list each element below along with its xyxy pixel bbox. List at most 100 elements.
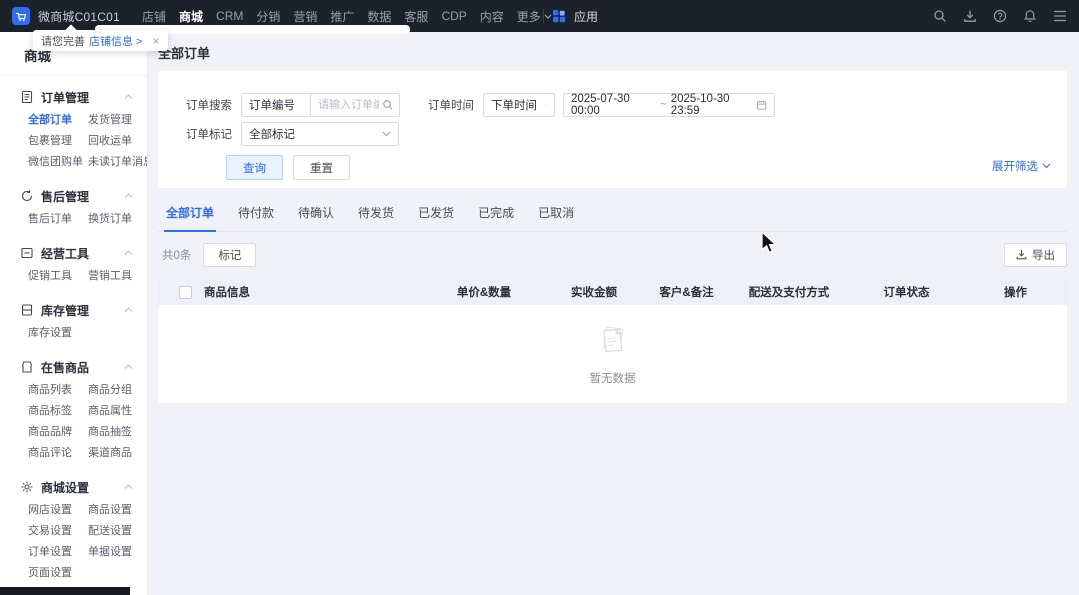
sidebar-item-promo-tools[interactable]: 促销工具 (28, 266, 88, 287)
search-label: 订单搜索 (186, 97, 232, 113)
col-order-status: 订单状态 (849, 284, 964, 300)
sidebar-section-aftersale[interactable]: 售后管理 (0, 183, 147, 209)
nav-item-service[interactable]: 客服 (404, 8, 428, 25)
tools-icon (20, 246, 34, 260)
order-mark-select[interactable]: 全部标记 (241, 122, 399, 146)
result-count: 共0条 (162, 247, 191, 263)
col-operation: 操作 (964, 284, 1067, 300)
sidebar-section-products[interactable]: 在售商品 (0, 354, 147, 380)
chevron-up-icon (124, 307, 133, 313)
sidebar-item-store-settings[interactable]: 网店设置 (28, 500, 88, 521)
settings-icon (20, 480, 34, 494)
sidebar-item-product-brands[interactable]: 商品品牌 (28, 422, 88, 443)
sidebar-item-exchange-orders[interactable]: 换货订单 (88, 209, 147, 230)
close-icon[interactable]: × (152, 35, 159, 47)
select-all-checkbox[interactable] (179, 286, 192, 299)
filter-panel: 订单搜索 订单编号 订单时间 下单时间 2025-07-30 00:00 ~ 2… (158, 71, 1067, 188)
tab-pending-ship[interactable]: 待发货 (356, 200, 396, 231)
col-product-info: 商品信息 (192, 284, 424, 300)
download-icon[interactable] (963, 9, 977, 23)
tab-shipped[interactable]: 已发货 (416, 200, 456, 231)
nav-item-crm[interactable]: CRM (216, 9, 243, 23)
sidebar-item-product-reviews[interactable]: 商品评论 (28, 443, 88, 464)
empty-state-icon (596, 322, 630, 362)
sidebar-item-product-lottery[interactable]: 商品抽签 (88, 422, 147, 443)
table-body: 暂无数据 (158, 305, 1067, 403)
empty-state-text: 暂无数据 (590, 370, 636, 386)
apps-grid-icon[interactable] (552, 9, 566, 23)
sidebar-item-aftersale-orders[interactable]: 售后订单 (28, 209, 88, 230)
chevron-down-icon (382, 131, 391, 137)
col-delivery-payment: 配送及支付方式 (729, 284, 849, 300)
sidebar-item-product-list[interactable]: 商品列表 (28, 380, 88, 401)
export-button[interactable]: 导出 (1004, 243, 1067, 267)
expand-filters-toggle[interactable]: 展开筛选 (992, 158, 1051, 174)
page-title: 全部订单 (148, 32, 1079, 62)
col-customer-remark: 客户&备注 (644, 284, 729, 300)
chevron-up-icon (124, 193, 133, 199)
nav-item-data[interactable]: 数据 (367, 8, 391, 25)
store-info-tooltip: 请您完善 店铺信息 > × (33, 30, 168, 51)
sidebar-item-waybill-recycle[interactable]: 回收运单 (88, 131, 148, 152)
nav-item-marketing[interactable]: 营销 (293, 8, 317, 25)
search-icon[interactable] (382, 99, 394, 111)
time-type-select[interactable]: 下单时间 (483, 93, 555, 117)
export-download-icon (1016, 249, 1027, 260)
time-label: 订单时间 (428, 97, 474, 113)
tab-all-orders[interactable]: 全部订单 (164, 200, 216, 232)
main-content: 全部订单 订单搜索 订单编号 订单时间 下单时间 2025-07-30 00:0… (148, 32, 1079, 595)
nav-item-promotion[interactable]: 推广 (330, 8, 354, 25)
nav-item-distribution[interactable]: 分销 (256, 8, 280, 25)
tab-cancelled[interactable]: 已取消 (536, 200, 576, 231)
tab-completed[interactable]: 已完成 (476, 200, 516, 231)
tab-pending-confirm[interactable]: 待确认 (296, 200, 336, 231)
nav-item-mall[interactable]: 商城 (179, 8, 203, 25)
sidebar-item-product-settings[interactable]: 商品设置 (88, 500, 147, 521)
apps-label[interactable]: 应用 (574, 8, 598, 25)
store-info-link[interactable]: 店铺信息 > (89, 33, 142, 49)
sidebar-item-delivery-settings[interactable]: 配送设置 (88, 521, 147, 542)
sidebar-section-biz-tools[interactable]: 经营工具 (0, 240, 147, 266)
search-type-select[interactable]: 订单编号 (241, 93, 311, 117)
sidebar-item-groupbuy-orders[interactable]: 微信团购单 (28, 152, 88, 173)
reset-button[interactable]: 重置 (293, 155, 350, 180)
sidebar-item-product-attrs[interactable]: 商品属性 (88, 401, 147, 422)
nav-item-shop[interactable]: 店铺 (142, 8, 166, 25)
order-status-tabs: 全部订单 待付款 待确认 待发货 已发货 已完成 已取消 (158, 200, 1067, 232)
sidebar-section-inventory[interactable]: 库存管理 (0, 297, 147, 323)
menu-icon[interactable] (1053, 10, 1067, 22)
help-icon[interactable] (993, 9, 1007, 23)
sidebar-item-receipt-settings[interactable]: 单据设置 (88, 542, 147, 563)
query-button[interactable]: 查询 (226, 155, 283, 180)
brand-name: 微商城C01C01 (38, 8, 120, 25)
bell-icon[interactable] (1023, 9, 1037, 23)
app-logo-icon[interactable] (12, 7, 30, 25)
sidebar-item-marketing-tools[interactable]: 营销工具 (88, 266, 147, 287)
sidebar-item-page-settings[interactable]: 页面设置 (28, 563, 88, 584)
sidebar-item-order-settings[interactable]: 订单设置 (28, 542, 88, 563)
date-from: 2025-07-30 00:00 (571, 93, 656, 117)
tab-pending-payment[interactable]: 待付款 (236, 200, 276, 231)
chevron-down-icon (545, 102, 547, 108)
sidebar-item-unread-order-msg[interactable]: 未读订单消息 (88, 152, 148, 173)
sidebar-item-inventory-settings[interactable]: 库存设置 (28, 323, 88, 344)
search-icon[interactable] (933, 9, 947, 23)
sidebar-item-trade-settings[interactable]: 交易设置 (28, 521, 88, 542)
mark-label: 订单标记 (186, 126, 232, 142)
nav-item-cdp[interactable]: CDP (441, 9, 466, 23)
sidebar-item-product-tags[interactable]: 商品标签 (28, 401, 88, 422)
sidebar-item-shipping-mgmt[interactable]: 发货管理 (88, 110, 148, 131)
taskbar-fragment (0, 587, 130, 595)
chevron-up-icon (124, 250, 133, 256)
sidebar-item-package-mgmt[interactable]: 包裹管理 (28, 131, 88, 152)
sidebar-item-channel-products[interactable]: 渠道商品 (88, 443, 147, 464)
mark-button[interactable]: 标记 (203, 243, 256, 267)
date-range-picker[interactable]: 2025-07-30 00:00 ~ 2025-10-30 23:59 (563, 93, 775, 117)
nav-item-content[interactable]: 内容 (480, 8, 504, 25)
sidebar-item-product-groups[interactable]: 商品分组 (88, 380, 147, 401)
topbar-divider (543, 9, 544, 23)
sidebar-section-mall-settings[interactable]: 商城设置 (0, 474, 147, 500)
chevron-up-icon (124, 364, 133, 370)
sidebar-item-all-orders[interactable]: 全部订单 (28, 110, 88, 131)
sidebar-section-order-mgmt[interactable]: 订单管理 (0, 84, 147, 110)
